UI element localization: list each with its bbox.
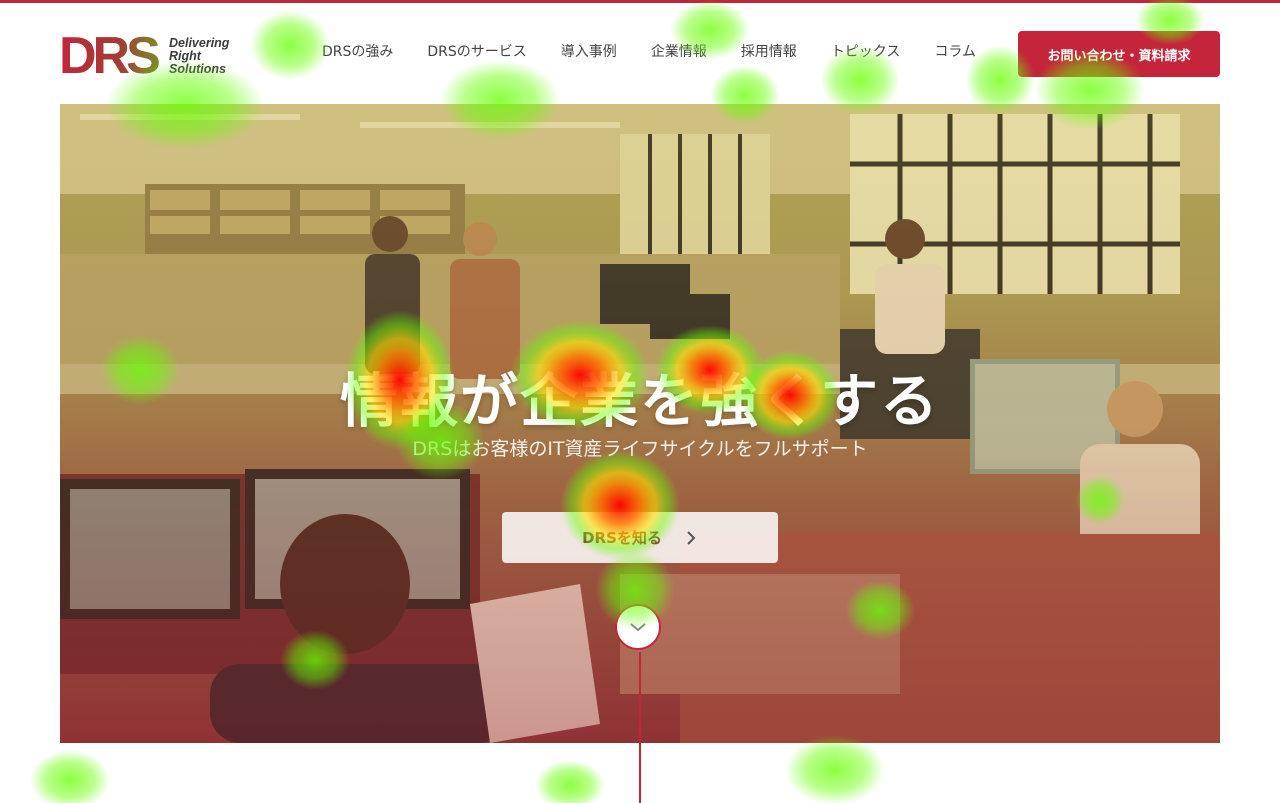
chevron-down-icon bbox=[630, 623, 646, 632]
svg-text:DRS: DRS bbox=[59, 29, 159, 77]
nav-item-column[interactable]: コラム bbox=[917, 40, 993, 64]
scroll-down-button[interactable] bbox=[615, 604, 661, 650]
logo[interactable]: DRS Delivering Right Solutions bbox=[59, 29, 249, 79]
nav-item-case-studies[interactable]: 導入事例 bbox=[544, 40, 634, 64]
learn-about-drs-button[interactable]: DRSを知る bbox=[502, 512, 778, 563]
hero-section: 情報が企業を強くする DRSはお客様のIT資産ライフサイクルをフルサポート DR… bbox=[60, 104, 1220, 743]
scroll-guide-line bbox=[639, 652, 641, 803]
nav-item-topics[interactable]: トピックス bbox=[814, 40, 918, 64]
chevron-right-icon bbox=[687, 530, 696, 545]
hero-subtitle: DRSはお客様のIT資産ライフサイクルをフルサポート bbox=[412, 438, 868, 460]
main-nav: DRSの強み DRSのサービス 導入事例 企業情報 採用情報 トピックス コラム bbox=[305, 40, 993, 64]
drs-logo-mark: DRS bbox=[59, 29, 159, 77]
nav-item-recruit[interactable]: 採用情報 bbox=[724, 40, 814, 64]
hero-title: 情報が企業を強くする bbox=[339, 367, 940, 435]
hero-button-label: DRSを知る bbox=[582, 529, 662, 547]
nav-item-services[interactable]: DRSのサービス bbox=[410, 40, 543, 64]
contact-button[interactable]: お問い合わせ・資料請求 bbox=[1018, 31, 1220, 77]
nav-item-company[interactable]: 企業情報 bbox=[634, 40, 724, 64]
top-accent-bar bbox=[0, 0, 1280, 3]
logo-tagline: Delivering Right Solutions bbox=[169, 36, 230, 76]
nav-item-strengths[interactable]: DRSの強み bbox=[305, 40, 410, 64]
